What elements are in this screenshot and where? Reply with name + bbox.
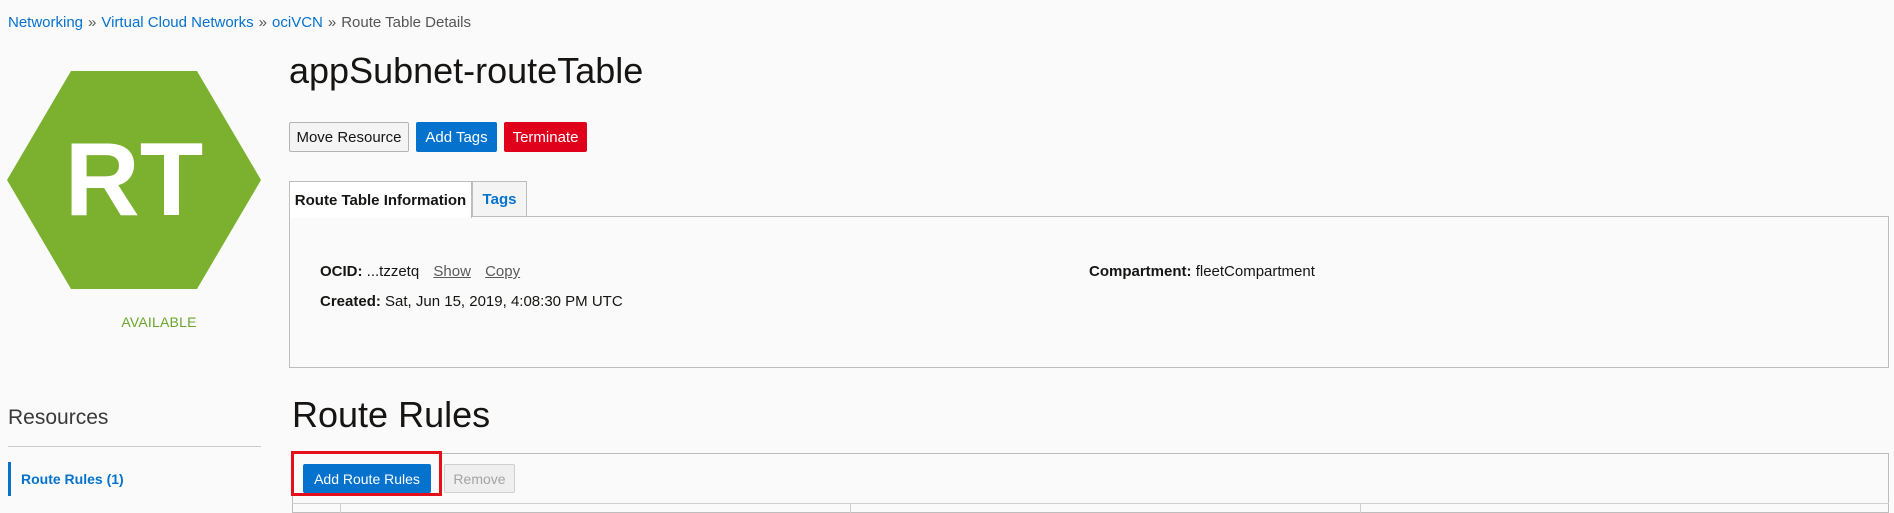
tab-route-table-information[interactable]: Route Table Information — [289, 181, 472, 218]
table-column-divider — [340, 503, 341, 513]
lifecycle-state: AVAILABLE — [121, 314, 197, 330]
breadcrumb-virtual-cloud-networks[interactable]: Virtual Cloud Networks — [101, 14, 253, 31]
route-rules-heading: Route Rules — [292, 394, 491, 435]
created-value: Sat, Jun 15, 2019, 4:08:30 PM UTC — [385, 293, 623, 310]
terminate-button[interactable]: Terminate — [504, 122, 587, 152]
breadcrumb-current: Route Table Details — [341, 14, 472, 31]
resources-divider — [8, 446, 261, 447]
table-header-divider — [292, 503, 1889, 504]
breadcrumb: Networking» Virtual Cloud Networks» ociVCN… — [8, 14, 471, 31]
compartment-value: fleetCompartment — [1195, 263, 1315, 280]
ocid-value: ...tzzetq — [366, 263, 420, 280]
sidebar-item-label: Route Rules (1) — [21, 471, 124, 487]
highlight-box — [291, 451, 442, 496]
breadcrumb-ocivcn[interactable]: ociVCN — [272, 14, 323, 31]
tab-tags[interactable]: Tags — [472, 181, 527, 217]
table-column-divider — [1360, 503, 1361, 513]
breadcrumb-networking[interactable]: Networking — [8, 14, 83, 31]
add-tags-button[interactable]: Add Tags — [416, 122, 497, 152]
created-row: Created: Sat, Jun 15, 2019, 4:08:30 PM U… — [320, 293, 623, 310]
route-table-hexagon-icon: RT — [7, 71, 261, 289]
remove-button[interactable]: Remove — [444, 464, 515, 493]
route-table-info-panel — [289, 216, 1889, 368]
breadcrumb-separator: » — [88, 14, 97, 31]
ocid-row: OCID: ...tzzetq Show Copy — [320, 263, 520, 280]
sidebar-item-route-rules[interactable]: Route Rules (1) — [8, 462, 261, 496]
ocid-copy-link[interactable]: Copy — [485, 263, 520, 280]
resources-heading: Resources — [8, 406, 109, 429]
route-rules-table — [292, 453, 1889, 513]
compartment-label: Compartment: — [1089, 263, 1192, 280]
ocid-show-link[interactable]: Show — [433, 263, 471, 280]
resource-icon-text: RT — [65, 122, 204, 238]
move-resource-button[interactable]: Move Resource — [289, 122, 409, 152]
compartment-row: Compartment: fleetCompartment — [1089, 263, 1315, 280]
breadcrumb-separator: » — [327, 14, 337, 31]
breadcrumb-separator: » — [258, 14, 268, 31]
created-label: Created: — [320, 293, 381, 310]
ocid-label: OCID: — [320, 263, 363, 280]
table-column-divider — [850, 503, 851, 513]
page-title: appSubnet-routeTable — [289, 50, 644, 91]
